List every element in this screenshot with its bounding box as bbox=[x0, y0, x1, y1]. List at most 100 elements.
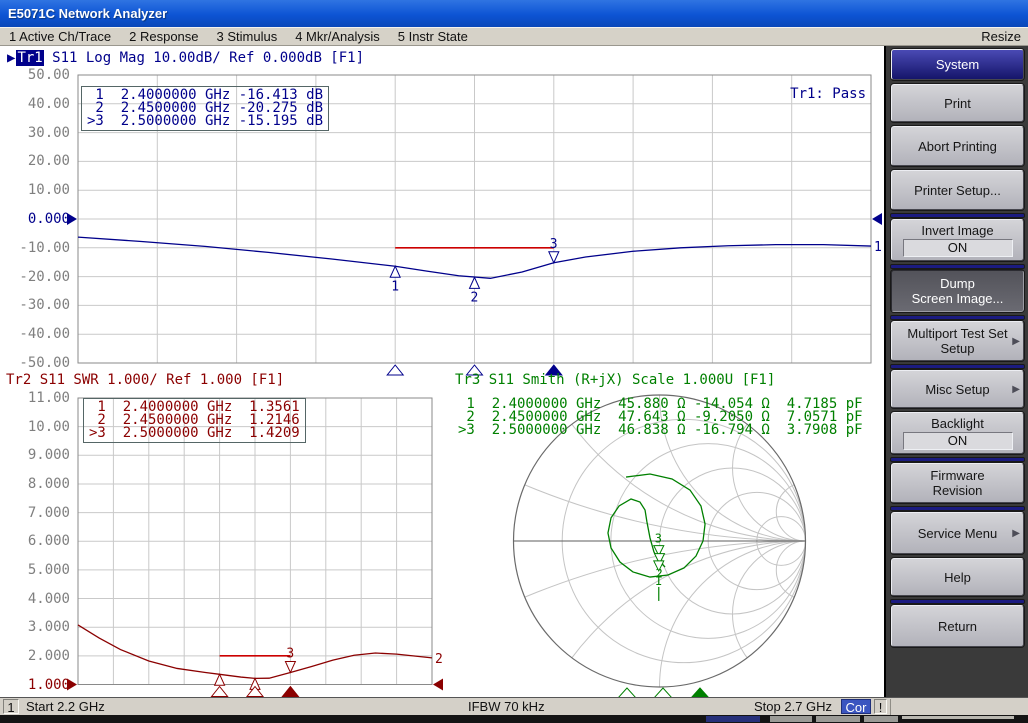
marker-row: >3 2.5000000 GHz 46.838 Ω -16.794 Ω 3.79… bbox=[458, 424, 863, 437]
tr1-y-axis-label: -20.00 bbox=[0, 270, 70, 284]
softkey-misc-setup[interactable]: Misc Setup ▶ bbox=[891, 370, 1024, 408]
menu-items: 1 Active Ch/Trace 2 Response 3 Stimulus 4 M… bbox=[0, 29, 477, 44]
tr2-y-axis-label: 4.000 bbox=[0, 592, 70, 606]
softkey-group-separator bbox=[891, 507, 1024, 510]
softkey-toggle-state: ON bbox=[903, 432, 1013, 450]
svg-text:1: 1 bbox=[391, 279, 399, 294]
tr1-limit-status: Tr1: Pass bbox=[716, 86, 866, 102]
tr3-header[interactable]: Tr3 S11 Smith (R+jX) Scale 1.000U [F1] bbox=[455, 373, 775, 388]
softkey-abort-printing[interactable]: Abort Printing bbox=[891, 126, 1024, 166]
tr1-y-axis-label: 30.00 bbox=[0, 126, 70, 140]
softkey-label: Invert Image bbox=[921, 223, 993, 238]
submenu-arrow-icon: ▶ bbox=[1012, 382, 1020, 397]
tr1-y-axis-label: -50.00 bbox=[0, 356, 70, 370]
tr3-axis-marker bbox=[654, 688, 672, 697]
taskbar-fragment bbox=[770, 716, 812, 722]
tr2-header[interactable]: Tr2 S11 SWR 1.000/ Ref 1.000 [F1] bbox=[6, 373, 284, 388]
svg-text:3: 3 bbox=[655, 532, 662, 546]
softkey-group-separator bbox=[891, 600, 1024, 603]
softkey-label: Firmware bbox=[930, 468, 984, 483]
tr2-trace-number: 2 bbox=[435, 652, 443, 667]
resize-control[interactable]: Resize bbox=[981, 28, 1021, 45]
softkey-menu-title: System bbox=[891, 49, 1024, 80]
window-titlebar[interactable]: E5071C Network Analyzer bbox=[0, 0, 1028, 27]
softkey-group-separator bbox=[891, 458, 1024, 461]
svg-text:3: 3 bbox=[286, 646, 294, 661]
tr1-marker-table: 1 2.4000000 GHz -16.413 dB 2 2.4500000 G… bbox=[81, 86, 329, 131]
softkey-label: Setup bbox=[941, 341, 975, 356]
softkey-firmware[interactable]: FirmwareRevision bbox=[891, 463, 1024, 503]
marker-row: >3 2.5000000 GHz -15.195 dB bbox=[87, 115, 323, 128]
tr1-y-axis-label: -10.00 bbox=[0, 241, 70, 255]
softkey-help[interactable]: Help bbox=[891, 558, 1024, 596]
menu-bar: 1 Active Ch/Trace 2 Response 3 Stimulus 4 M… bbox=[0, 27, 1028, 46]
tr1-trace-number: 1 bbox=[874, 240, 882, 255]
tr3-axis-marker bbox=[618, 688, 636, 697]
statusbar-divider bbox=[890, 699, 891, 715]
softkey-group-separator bbox=[891, 265, 1024, 268]
softkey-print[interactable]: Print bbox=[891, 84, 1024, 122]
start-frequency: Start 2.2 GHz bbox=[26, 699, 105, 715]
softkey-panel: System Print Abort Printing Printer Setup..… bbox=[884, 46, 1028, 697]
softkey-printer-setup[interactable]: Printer Setup... bbox=[891, 170, 1024, 210]
tr2-y-axis-label: 6.000 bbox=[0, 534, 70, 548]
tr1-y-axis-label: 40.00 bbox=[0, 97, 70, 111]
softkey-group-separator bbox=[891, 365, 1024, 368]
menu-item-2[interactable]: 2 Response bbox=[129, 28, 198, 45]
status-bar: 1 Start 2.2 GHz IFBW 70 kHz Stop 2.7 GHz… bbox=[0, 697, 1028, 716]
e5071c-screen: E5071C Network Analyzer 1 Active Ch/Trac… bbox=[0, 0, 1028, 723]
tr1-y-axis-label: -40.00 bbox=[0, 327, 70, 341]
softkey-label: Service Menu bbox=[918, 526, 997, 541]
tr3-header-text: Tr3 S11 Smith (R+jX) Scale 1.000U [F1] bbox=[455, 372, 775, 388]
tr2-y-axis-label: 7.000 bbox=[0, 506, 70, 520]
softkey-label: Misc Setup bbox=[925, 382, 989, 397]
tr2-y-axis-label: 1.000 bbox=[0, 678, 70, 692]
tr2-marker-1[interactable]: 1 bbox=[212, 674, 228, 697]
softkey-return[interactable]: Return bbox=[891, 605, 1024, 647]
tr1-token: Tr1 bbox=[16, 50, 43, 66]
softkey-label: Printer Setup... bbox=[914, 183, 1001, 198]
tr2-y-axis-label: 3.000 bbox=[0, 620, 70, 634]
softkey-label: Backlight bbox=[931, 416, 984, 431]
tr2-marker-2[interactable]: 2 bbox=[247, 678, 263, 697]
menu-item-5[interactable]: 5 Instr State bbox=[398, 28, 468, 45]
tr1-y-axis-label: 20.00 bbox=[0, 154, 70, 168]
active-trace-arrow-icon: ▶ bbox=[6, 50, 16, 66]
softkey-label: Print bbox=[944, 96, 971, 111]
taskbar-fragment bbox=[864, 716, 898, 722]
tr2-y-axis-label: 5.000 bbox=[0, 563, 70, 577]
warning-badge: ! bbox=[874, 699, 887, 714]
channel-number-box: 1 bbox=[3, 699, 19, 714]
menu-item-1[interactable]: 1 Active Ch/Trace bbox=[9, 28, 111, 45]
tr3-marker-table: 1 2.4000000 GHz 45.880 Ω -14.054 Ω 4.718… bbox=[453, 396, 868, 439]
tr3-axis-marker bbox=[691, 688, 709, 697]
submenu-arrow-icon: ▶ bbox=[1012, 526, 1020, 541]
softkey-invert-image[interactable]: Invert ImageON bbox=[891, 219, 1024, 261]
submenu-arrow-icon: ▶ bbox=[1012, 334, 1020, 349]
softkey-label: Help bbox=[944, 570, 971, 585]
svg-text:1: 1 bbox=[655, 574, 662, 588]
menu-item-4[interactable]: 4 Mkr/Analysis bbox=[295, 28, 380, 45]
taskbar-fragment bbox=[902, 716, 1014, 719]
tr1-header[interactable]: ▶Tr1 S11 Log Mag 10.00dB/ Ref 0.000dB [F… bbox=[6, 51, 364, 66]
tr1-y-axis-label: 0.000 bbox=[0, 212, 70, 226]
tr1-y-axis-label: 50.00 bbox=[0, 68, 70, 82]
tr1-y-axis-label: 10.00 bbox=[0, 183, 70, 197]
softkey-multiport-test-set[interactable]: Multiport Test SetSetup ▶ bbox=[891, 321, 1024, 361]
tr2-marker-table: 1 2.4000000 GHz 1.3561 2 2.4500000 GHz 1… bbox=[83, 398, 306, 443]
tr1-y-axis-label: -30.00 bbox=[0, 298, 70, 312]
softkey-backlight[interactable]: BacklightON bbox=[891, 412, 1024, 454]
softkey-dump[interactable]: DumpScreen Image... bbox=[891, 270, 1024, 312]
tr3-marker-3[interactable]: 3 bbox=[654, 532, 664, 556]
marker-row: >3 2.5000000 GHz 1.4209 bbox=[89, 427, 300, 440]
softkey-service-menu[interactable]: Service Menu ▶ bbox=[891, 512, 1024, 554]
softkey-label: Multiport Test Set bbox=[907, 326, 1007, 341]
tr2-header-text: Tr2 S11 SWR 1.000/ Ref 1.000 [F1] bbox=[6, 372, 284, 388]
softkey-label: Revision bbox=[933, 483, 983, 498]
stop-frequency: Stop 2.7 GHz bbox=[754, 699, 832, 715]
tr1-header-text: S11 Log Mag 10.00dB/ Ref 0.000dB [F1] bbox=[44, 50, 364, 66]
menu-item-3[interactable]: 3 Stimulus bbox=[217, 28, 278, 45]
softkey-label: Screen Image... bbox=[912, 291, 1004, 306]
correction-badge: Cor bbox=[841, 699, 871, 714]
tr2-y-axis-label: 8.000 bbox=[0, 477, 70, 491]
